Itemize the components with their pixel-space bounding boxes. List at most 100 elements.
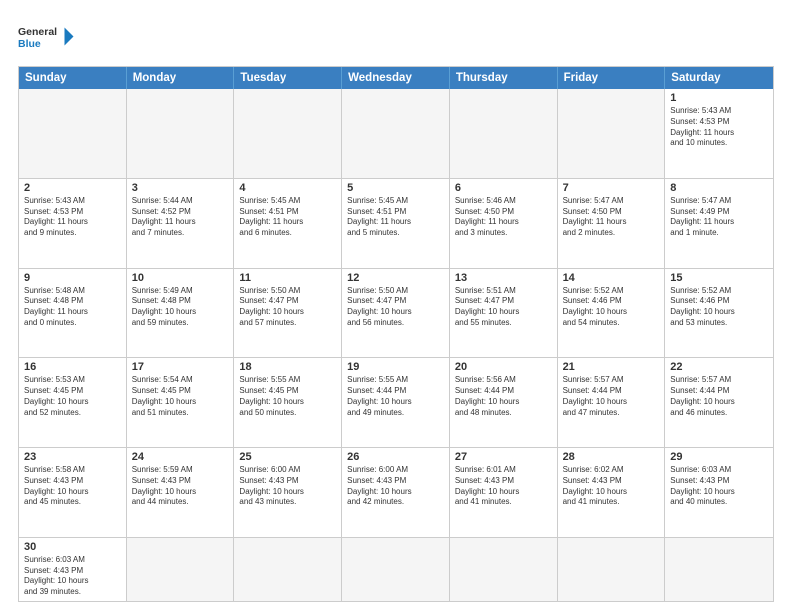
calendar-cell bbox=[558, 89, 666, 178]
calendar-row: 9Sunrise: 5:48 AM Sunset: 4:48 PM Daylig… bbox=[19, 269, 773, 359]
calendar-cell bbox=[665, 538, 773, 601]
cell-info: Sunrise: 5:57 AM Sunset: 4:44 PM Dayligh… bbox=[563, 375, 660, 418]
calendar-row: 23 Sunrise: 5:58 AM Sunset: 4:43 PM Dayli… bbox=[19, 448, 773, 538]
cell-info: Sunrise: 5:50 AM Sunset: 4:47 PM Dayligh… bbox=[239, 286, 336, 329]
day-number: 15 bbox=[670, 272, 768, 284]
calendar-cell: 23 Sunrise: 5:58 AM Sunset: 4:43 PM Dayli… bbox=[19, 448, 127, 537]
calendar-cell: 6Sunrise: 5:46 AM Sunset: 4:50 PM Daylig… bbox=[450, 179, 558, 268]
calendar-cell: 9Sunrise: 5:48 AM Sunset: 4:48 PM Daylig… bbox=[19, 269, 127, 358]
cell-info: Sunrise: 5:52 AM Sunset: 4:46 PM Dayligh… bbox=[670, 286, 768, 329]
cell-info: Sunrise: 6:02 AM Sunset: 4:43 PM Dayligh… bbox=[563, 465, 660, 508]
calendar-cell: 18Sunrise: 5:55 AM Sunset: 4:45 PM Dayli… bbox=[234, 358, 342, 447]
day-number: 23 bbox=[24, 451, 121, 463]
weekday-header: Thursday bbox=[450, 67, 558, 89]
cell-info: Sunrise: 5:54 AM Sunset: 4:45 PM Dayligh… bbox=[132, 375, 229, 418]
calendar-cell: 10 Sunrise: 5:49 AM Sunset: 4:48 PM Dayli… bbox=[127, 269, 235, 358]
weekday-header: Monday bbox=[127, 67, 235, 89]
cell-info: Sunrise: 5:45 AM Sunset: 4:51 PM Dayligh… bbox=[347, 196, 444, 239]
day-number: 7 bbox=[563, 182, 660, 194]
calendar-cell bbox=[342, 89, 450, 178]
day-number: 11 bbox=[239, 272, 336, 284]
cell-info: Sunrise: 5:59 AM Sunset: 4:43 PM Dayligh… bbox=[132, 465, 229, 508]
day-number: 13 bbox=[455, 272, 552, 284]
calendar-cell bbox=[450, 538, 558, 601]
day-number: 8 bbox=[670, 182, 768, 194]
cell-info: Sunrise: 5:51 AM Sunset: 4:47 PM Dayligh… bbox=[455, 286, 552, 329]
cell-info: Sunrise: 5:46 AM Sunset: 4:50 PM Dayligh… bbox=[455, 196, 552, 239]
day-number: 17 bbox=[132, 361, 229, 373]
cell-info: Sunrise: 5:57 AM Sunset: 4:44 PM Dayligh… bbox=[670, 375, 768, 418]
cell-info: Sunrise: 5:58 AM Sunset: 4:43 PM Dayligh… bbox=[24, 465, 121, 508]
cell-info: Sunrise: 6:00 AM Sunset: 4:43 PM Dayligh… bbox=[347, 465, 444, 508]
logo-svg: GeneralBlue bbox=[18, 18, 78, 58]
day-number: 28 bbox=[563, 451, 660, 463]
calendar-cell bbox=[127, 538, 235, 601]
calendar-cell: 8 Sunrise: 5:47 AM Sunset: 4:49 PM Daylig… bbox=[665, 179, 773, 268]
cell-info: Sunrise: 6:03 AM Sunset: 4:43 PM Dayligh… bbox=[670, 465, 768, 508]
cell-info: Sunrise: 5:56 AM Sunset: 4:44 PM Dayligh… bbox=[455, 375, 552, 418]
calendar-cell: 2Sunrise: 5:43 AM Sunset: 4:53 PM Daylig… bbox=[19, 179, 127, 268]
day-number: 1 bbox=[670, 92, 768, 104]
day-number: 18 bbox=[239, 361, 336, 373]
calendar-row: 30 Sunrise: 6:03 AM Sunset: 4:43 PM Dayli… bbox=[19, 538, 773, 601]
day-number: 10 bbox=[132, 272, 229, 284]
calendar-cell: 17 Sunrise: 5:54 AM Sunset: 4:45 PM Dayli… bbox=[127, 358, 235, 447]
cell-info: Sunrise: 6:03 AM Sunset: 4:43 PM Dayligh… bbox=[24, 555, 121, 598]
weekday-header: Friday bbox=[558, 67, 666, 89]
day-number: 14 bbox=[563, 272, 660, 284]
cell-info: Sunrise: 5:48 AM Sunset: 4:48 PM Dayligh… bbox=[24, 286, 121, 329]
weekday-header: Sunday bbox=[19, 67, 127, 89]
day-number: 26 bbox=[347, 451, 444, 463]
day-number: 24 bbox=[132, 451, 229, 463]
calendar-cell: 20 Sunrise: 5:56 AM Sunset: 4:44 PM Dayli… bbox=[450, 358, 558, 447]
calendar-cell: 13 Sunrise: 5:51 AM Sunset: 4:47 PM Dayli… bbox=[450, 269, 558, 358]
page-header: GeneralBlue bbox=[18, 18, 774, 58]
cell-info: Sunrise: 5:53 AM Sunset: 4:45 PM Dayligh… bbox=[24, 375, 121, 418]
cell-info: Sunrise: 5:55 AM Sunset: 4:44 PM Dayligh… bbox=[347, 375, 444, 418]
calendar-cell: 29 Sunrise: 6:03 AM Sunset: 4:43 PM Dayli… bbox=[665, 448, 773, 537]
weekday-header: Wednesday bbox=[342, 67, 450, 89]
cell-info: Sunrise: 5:45 AM Sunset: 4:51 PM Dayligh… bbox=[239, 196, 336, 239]
day-number: 25 bbox=[239, 451, 336, 463]
day-number: 21 bbox=[563, 361, 660, 373]
day-number: 29 bbox=[670, 451, 768, 463]
calendar-cell bbox=[450, 89, 558, 178]
calendar-cell: 30 Sunrise: 6:03 AM Sunset: 4:43 PM Dayli… bbox=[19, 538, 127, 601]
day-number: 30 bbox=[24, 541, 121, 553]
calendar-cell bbox=[127, 89, 235, 178]
calendar-cell: 15 Sunrise: 5:52 AM Sunset: 4:46 PM Dayli… bbox=[665, 269, 773, 358]
day-number: 5 bbox=[347, 182, 444, 194]
calendar-cell: 19Sunrise: 5:55 AM Sunset: 4:44 PM Dayli… bbox=[342, 358, 450, 447]
calendar-row: 2Sunrise: 5:43 AM Sunset: 4:53 PM Daylig… bbox=[19, 179, 773, 269]
calendar-cell: 24 Sunrise: 5:59 AM Sunset: 4:43 PM Dayli… bbox=[127, 448, 235, 537]
calendar-cell bbox=[234, 89, 342, 178]
calendar-cell: 26 Sunrise: 6:00 AM Sunset: 4:43 PM Dayli… bbox=[342, 448, 450, 537]
calendar-cell: 3Sunrise: 5:44 AM Sunset: 4:52 PM Daylig… bbox=[127, 179, 235, 268]
cell-info: Sunrise: 5:50 AM Sunset: 4:47 PM Dayligh… bbox=[347, 286, 444, 329]
cell-info: Sunrise: 5:49 AM Sunset: 4:48 PM Dayligh… bbox=[132, 286, 229, 329]
calendar-header: SundayMondayTuesdayWednesdayThursdayFrid… bbox=[19, 67, 773, 89]
calendar-cell: 5 Sunrise: 5:45 AM Sunset: 4:51 PM Daylig… bbox=[342, 179, 450, 268]
calendar-cell bbox=[558, 538, 666, 601]
weekday-header: Saturday bbox=[665, 67, 773, 89]
calendar-body: 1 Sunrise: 5:43 AM Sunset: 4:53 PM Daylig… bbox=[19, 89, 773, 601]
cell-info: Sunrise: 5:47 AM Sunset: 4:49 PM Dayligh… bbox=[670, 196, 768, 239]
day-number: 20 bbox=[455, 361, 552, 373]
day-number: 16 bbox=[24, 361, 121, 373]
cell-info: Sunrise: 5:43 AM Sunset: 4:53 PM Dayligh… bbox=[670, 106, 768, 149]
calendar-cell: 7 Sunrise: 5:47 AM Sunset: 4:50 PM Daylig… bbox=[558, 179, 666, 268]
logo: GeneralBlue bbox=[18, 18, 78, 58]
svg-text:General: General bbox=[18, 26, 57, 38]
calendar-cell: 12Sunrise: 5:50 AM Sunset: 4:47 PM Dayli… bbox=[342, 269, 450, 358]
cell-info: Sunrise: 6:01 AM Sunset: 4:43 PM Dayligh… bbox=[455, 465, 552, 508]
calendar: SundayMondayTuesdayWednesdayThursdayFrid… bbox=[18, 66, 774, 602]
calendar-cell: 4Sunrise: 5:45 AM Sunset: 4:51 PM Daylig… bbox=[234, 179, 342, 268]
cell-info: Sunrise: 5:47 AM Sunset: 4:50 PM Dayligh… bbox=[563, 196, 660, 239]
day-number: 22 bbox=[670, 361, 768, 373]
calendar-cell: 22 Sunrise: 5:57 AM Sunset: 4:44 PM Dayli… bbox=[665, 358, 773, 447]
weekday-header: Tuesday bbox=[234, 67, 342, 89]
calendar-row: 1 Sunrise: 5:43 AM Sunset: 4:53 PM Daylig… bbox=[19, 89, 773, 179]
calendar-cell bbox=[234, 538, 342, 601]
day-number: 2 bbox=[24, 182, 121, 194]
svg-text:Blue: Blue bbox=[18, 38, 41, 50]
